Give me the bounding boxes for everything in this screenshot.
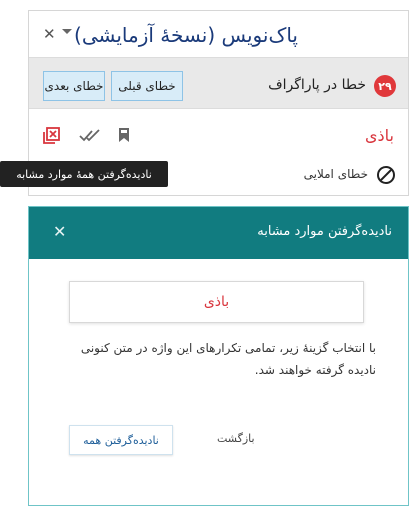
error-count-badge: ۲۹ (374, 75, 396, 97)
close-icon[interactable]: ✕ (43, 25, 56, 43)
dialog-title: نادیده‌گرفتن موارد مشابه (257, 224, 392, 239)
ignore-all-button[interactable]: نادیده‌گرفتن همه (69, 425, 173, 455)
dialog-header: نادیده‌گرفتن موارد مشابه ✕ (29, 207, 408, 259)
ignore-all-tooltip: نادیده‌گرفتن همهٔ موارد مشابه (0, 161, 168, 187)
back-link[interactable]: بازگشت (217, 432, 255, 445)
double-check-icon[interactable] (79, 127, 101, 147)
no-suggestion-icon (376, 165, 396, 189)
error-navigation-bar: ۲۹ خطا در پاراگراف خطای قبلی خطای بعدی (29, 57, 408, 109)
dialog-close-icon[interactable]: ✕ (53, 222, 66, 241)
error-word: باذی (365, 126, 394, 145)
pane-title: پاک‌نویس (نسخهٔ آزمایشی) (74, 23, 298, 47)
ignore-similar-dialog: نادیده‌گرفتن موارد مشابه ✕ باذی با انتخا… (28, 206, 409, 506)
ignore-all-icon[interactable] (43, 127, 61, 149)
chevron-down-icon[interactable] (62, 29, 72, 34)
next-error-button[interactable]: خطای بعدی (43, 71, 105, 101)
suggestion-label: خطای املایی (303, 167, 368, 181)
pane-header: ✕ پاک‌نویس (نسخهٔ آزمایشی) (29, 11, 408, 57)
dialog-description: با انتخاب گزینهٔ زیر، تمامی تکرارهای این… (80, 341, 376, 377)
bookmark-icon[interactable] (117, 127, 131, 147)
error-count-label: خطا در پاراگراف (268, 77, 366, 93)
previous-error-button[interactable]: خطای قبلی (111, 71, 183, 101)
dialog-word: باذی (69, 281, 364, 323)
